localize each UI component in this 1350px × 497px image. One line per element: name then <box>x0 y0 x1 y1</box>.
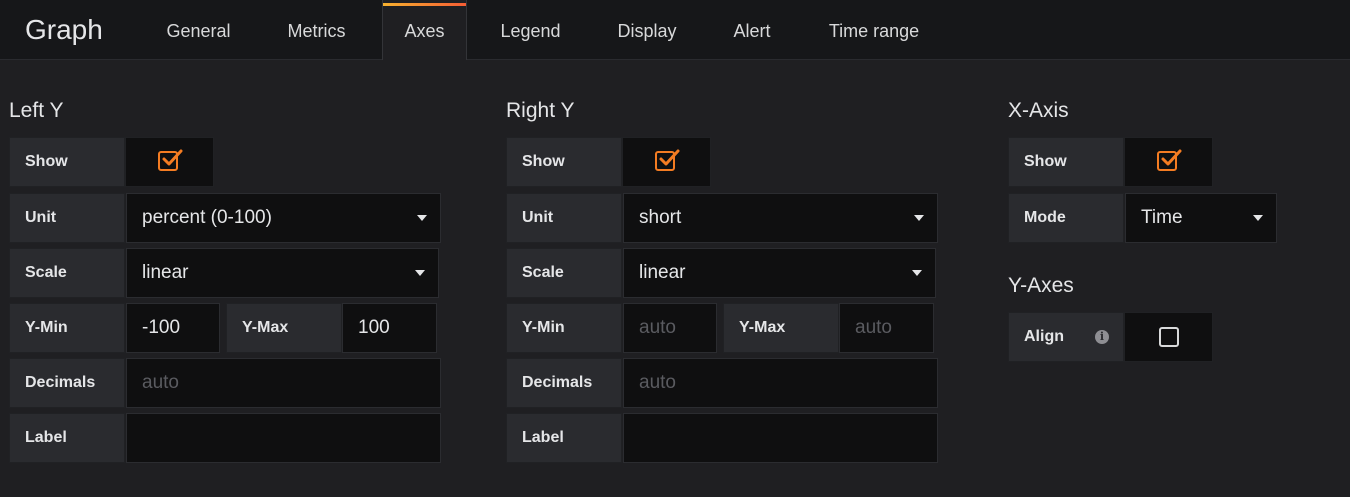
left-y-ymax-value: 100 <box>358 317 390 338</box>
x-axis-show-label: Show <box>1008 137 1124 187</box>
caret-down-icon <box>914 215 924 221</box>
left-y-ymin-label: Y-Min <box>9 303 125 353</box>
x-axis-show-toggle[interactable] <box>1124 137 1213 187</box>
right-y-ymax-label: Y-Max <box>723 303 839 353</box>
left-y-ymax-label: Y-Max <box>226 303 342 353</box>
right-y-decimals-input[interactable]: auto <box>623 358 938 408</box>
left-y-ymin-input[interactable]: -100 <box>126 303 220 353</box>
checkbox-checked-icon <box>1157 149 1182 171</box>
right-y-scale-label: Scale <box>506 248 622 298</box>
tab-metrics[interactable]: Metrics <box>268 0 365 59</box>
right-y-scale-value: linear <box>639 262 686 283</box>
right-y-title: Right Y <box>506 99 575 122</box>
y-axes-title: Y-Axes <box>1008 274 1074 297</box>
left-y-ymax-input[interactable]: 100 <box>342 303 437 353</box>
x-axis-mode-value: Time <box>1141 207 1183 228</box>
left-y-decimals-label: Decimals <box>9 358 125 408</box>
right-y-scale-select[interactable]: linear <box>623 248 936 298</box>
right-y-show-label: Show <box>506 137 622 187</box>
left-y-decimals-input[interactable]: auto <box>126 358 441 408</box>
left-y-label-label: Label <box>9 413 125 463</box>
checkbox-checked-icon <box>158 149 183 171</box>
right-y-label-input[interactable] <box>623 413 938 463</box>
right-y-unit-select[interactable]: short <box>623 193 938 243</box>
left-y-ymin-value: -100 <box>142 317 181 338</box>
left-y-scale-label: Scale <box>9 248 125 298</box>
left-y-unit-select[interactable]: percent (0-100) <box>126 193 441 243</box>
x-axis-title: X-Axis <box>1008 99 1069 122</box>
right-y-ymax-input[interactable]: auto <box>839 303 934 353</box>
y-axes-align-toggle[interactable] <box>1124 312 1213 362</box>
tab-general[interactable]: General <box>150 0 247 59</box>
right-y-unit-label: Unit <box>506 193 622 243</box>
right-y-decimals-placeholder: auto <box>639 372 676 393</box>
tab-alert[interactable]: Alert <box>715 0 789 59</box>
panel-header: Graph General Metrics Axes Legend Displa… <box>0 0 1350 60</box>
right-y-decimals-label: Decimals <box>506 358 622 408</box>
left-y-decimals-placeholder: auto <box>142 372 179 393</box>
tab-time-range[interactable]: Time range <box>812 0 936 59</box>
left-y-show-label: Show <box>9 137 125 187</box>
right-y-ymin-placeholder: auto <box>639 317 676 338</box>
panel-title: Graph <box>25 14 103 45</box>
checkbox-unchecked-icon <box>1159 327 1179 347</box>
left-y-unit-label: Unit <box>9 193 125 243</box>
tab-axes[interactable]: Axes <box>382 0 467 60</box>
caret-down-icon <box>417 215 427 221</box>
tab-display[interactable]: Display <box>600 0 694 59</box>
left-y-title: Left Y <box>9 99 64 122</box>
tab-legend[interactable]: Legend <box>483 0 578 59</box>
checkbox-checked-icon <box>655 149 680 171</box>
right-y-ymin-label: Y-Min <box>506 303 622 353</box>
y-axes-align-text: Align <box>1024 328 1064 345</box>
left-y-unit-value: percent (0-100) <box>142 207 272 228</box>
y-axes-align-label: Align i <box>1008 312 1124 362</box>
caret-down-icon <box>415 270 425 276</box>
caret-down-icon <box>1253 215 1263 221</box>
right-y-ymin-input[interactable]: auto <box>623 303 717 353</box>
right-y-unit-value: short <box>639 207 682 228</box>
left-y-show-toggle[interactable] <box>125 137 214 187</box>
left-y-scale-select[interactable]: linear <box>126 248 439 298</box>
right-y-label-label: Label <box>506 413 622 463</box>
x-axis-mode-label: Mode <box>1008 193 1124 243</box>
info-icon[interactable]: i <box>1095 330 1109 344</box>
left-y-scale-value: linear <box>142 262 189 283</box>
right-y-ymax-placeholder: auto <box>855 317 892 338</box>
left-y-label-input[interactable] <box>126 413 441 463</box>
caret-down-icon <box>912 270 922 276</box>
right-y-show-toggle[interactable] <box>622 137 711 187</box>
x-axis-mode-select[interactable]: Time <box>1125 193 1277 243</box>
